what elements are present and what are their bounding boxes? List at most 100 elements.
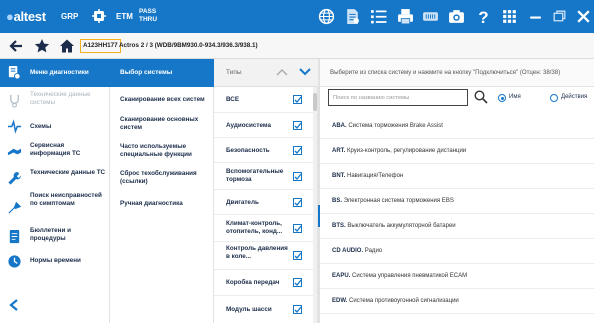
sidebar-item-schematics[interactable]: Схемы [0,116,110,136]
vin-badge: A123HH177 [80,39,121,53]
sidebar-item-label: Схемы [30,123,52,130]
type-row[interactable]: Аудиосистема [214,113,318,138]
camera-icon[interactable] [448,8,465,25]
type-checkbox[interactable] [293,278,302,287]
document-icon[interactable] [344,8,361,25]
troubleshoot-icon [7,200,22,215]
type-checkbox[interactable] [293,95,302,104]
sidebar-item-label: Сервисная информация ТС [30,142,81,157]
types-scrollbar[interactable] [313,87,317,323]
sidebar-item-system-tech-data[interactable]: Технические данные системы [0,89,110,113]
sidebar-item-vehicle-tech-data[interactable]: Технические данные ТС [0,166,110,190]
search-icon[interactable] [474,90,488,104]
minimize-icon[interactable] [527,8,544,25]
passthru-button[interactable]: PASS THRU [139,8,157,23]
clock-icon [7,254,22,269]
system-row[interactable]: EAPU. Система управления пневматикой ECA… [320,264,594,289]
radio-action[interactable] [550,94,558,102]
restore-icon[interactable] [551,8,568,25]
close-icon[interactable] [575,8,592,25]
system-selection-column: Выбор системы Сканирование всех систем С… [110,59,214,323]
type-checkbox[interactable] [293,121,302,130]
chevron-down-icon[interactable] [299,67,311,77]
type-checkbox[interactable] [293,251,302,260]
vci-plug-icon[interactable] [91,8,107,24]
type-row[interactable]: ВСЕ [214,87,318,113]
type-label: Двигатель [226,199,259,206]
type-row[interactable]: Двигатель [214,190,318,215]
special-functions-item[interactable]: Часто используемые специальные функции [120,143,212,159]
system-search-field[interactable] [328,89,468,106]
vci-icon[interactable] [422,8,439,25]
system-row[interactable]: EDW. Система противоугонной сигнализации [320,289,594,314]
type-checkbox[interactable] [293,224,302,233]
systems-instruction-header: Выберите из списка систему и нажмите на … [320,59,594,87]
chevron-up-icon[interactable] [276,67,288,77]
scrollbar-thumb[interactable] [313,93,317,111]
radio-name-label: Имя [509,94,521,100]
svg-text:?: ? [478,8,488,25]
sidebar-item-service-info[interactable]: Сервисная информация ТС [0,139,110,163]
type-checkbox[interactable] [293,305,302,314]
service-reset-item[interactable]: Сброс техобслуживания (ссылки) [120,170,212,186]
type-row[interactable]: Контроль давления в коле... [214,242,318,270]
globe-icon[interactable] [318,8,335,25]
type-row[interactable]: Климат-контроль, отопитель, конд... [214,215,318,242]
sidebar-item-bulletins[interactable]: Бюллетени и процедуры [0,224,110,248]
type-row[interactable]: Безопасность [214,138,318,163]
type-label: Вспомогательные тормоза [226,168,284,183]
type-row[interactable]: Вспомогательные тормоза [214,163,318,190]
system-row[interactable]: BS. Электронная система торможения EBS [320,189,594,214]
system-row[interactable]: CD AUDIO. Радио [320,239,594,264]
sidebar-item-diagnostics-menu[interactable]: Меню диагностики [0,59,110,87]
sidebar-item-label: Меню диагностики [30,69,89,76]
type-label: Модуль шасси [226,306,272,313]
type-label: ВСЕ [226,96,240,103]
radio-action-label: Действия [561,94,588,100]
bulletin-icon [7,229,22,244]
types-filter-column: Типы ВСЕ Аудиосистема Безопасность Вспом… [214,59,318,323]
sidebar-item-label: Бюллетени и процедуры [30,227,71,242]
system-search-input[interactable] [333,92,465,104]
help-icon[interactable]: ? [475,8,492,27]
system-row[interactable]: BTS. Выключатель аккумуляторной батареи [320,214,594,239]
back-arrow-icon[interactable] [8,38,24,54]
wrench-icon [7,171,22,186]
type-checkbox[interactable] [293,198,302,207]
list-icon[interactable] [370,8,387,25]
car-diagnostics-icon [7,65,22,80]
sidebar-item-symptom-troubleshooting[interactable]: Поиск неисправностей по симптомам [0,192,110,222]
printer-icon[interactable] [397,8,414,25]
etm-button[interactable]: ETM [116,12,133,21]
grid-icon[interactable] [501,8,518,25]
type-checkbox[interactable] [293,172,302,181]
vehicle-model-label: Actros 2 / 3 (WDB/9BM930.0-934.3/936.3/9… [119,42,258,49]
top-toolbar: ●altest GRP ETM PASS THRU ? [0,0,594,33]
sidebar-item-label: Технические данные системы [30,91,91,106]
manual-diagnostics-item[interactable]: Ручная диагностика [120,200,212,208]
sidebar-item-label: Поиск неисправностей по симптомам [30,192,102,207]
stethoscope-icon [7,93,22,108]
collapse-sidebar-chevron-icon[interactable] [8,298,20,312]
type-label: Аудиосистема [226,122,271,129]
types-header: Типы [214,59,318,87]
grp-button[interactable]: GRP [61,12,78,21]
system-row[interactable]: ABA. Система торможения Brake Assist [320,114,594,139]
system-row[interactable]: ART. Круиз-контроль, регулирование диста… [320,139,594,164]
altest-logo: ●altest [6,9,46,24]
favorites-star-icon[interactable] [34,38,50,54]
types-header-label: Типы [226,69,242,76]
sidebar-item-label: Технические данные ТС [30,169,106,176]
home-icon[interactable] [59,38,75,54]
type-checkbox[interactable] [293,146,302,155]
sidebar-item-labor-times[interactable]: Нормы времени [0,250,110,272]
radio-name[interactable] [498,94,506,102]
scan-main-systems-item[interactable]: Сканирование основных систем [120,116,212,132]
system-row[interactable]: BNT. Навигация/Телефон [320,164,594,189]
type-row[interactable]: Коробка передач [214,270,318,296]
type-label: Коробка передач [226,279,280,286]
type-row[interactable]: Модуль шасси [214,296,318,323]
truck-service-icon [7,144,22,159]
sidebar: Меню диагностики Технические данные сист… [0,59,110,323]
scan-all-systems-item[interactable]: Сканирование всех систем [120,96,212,104]
